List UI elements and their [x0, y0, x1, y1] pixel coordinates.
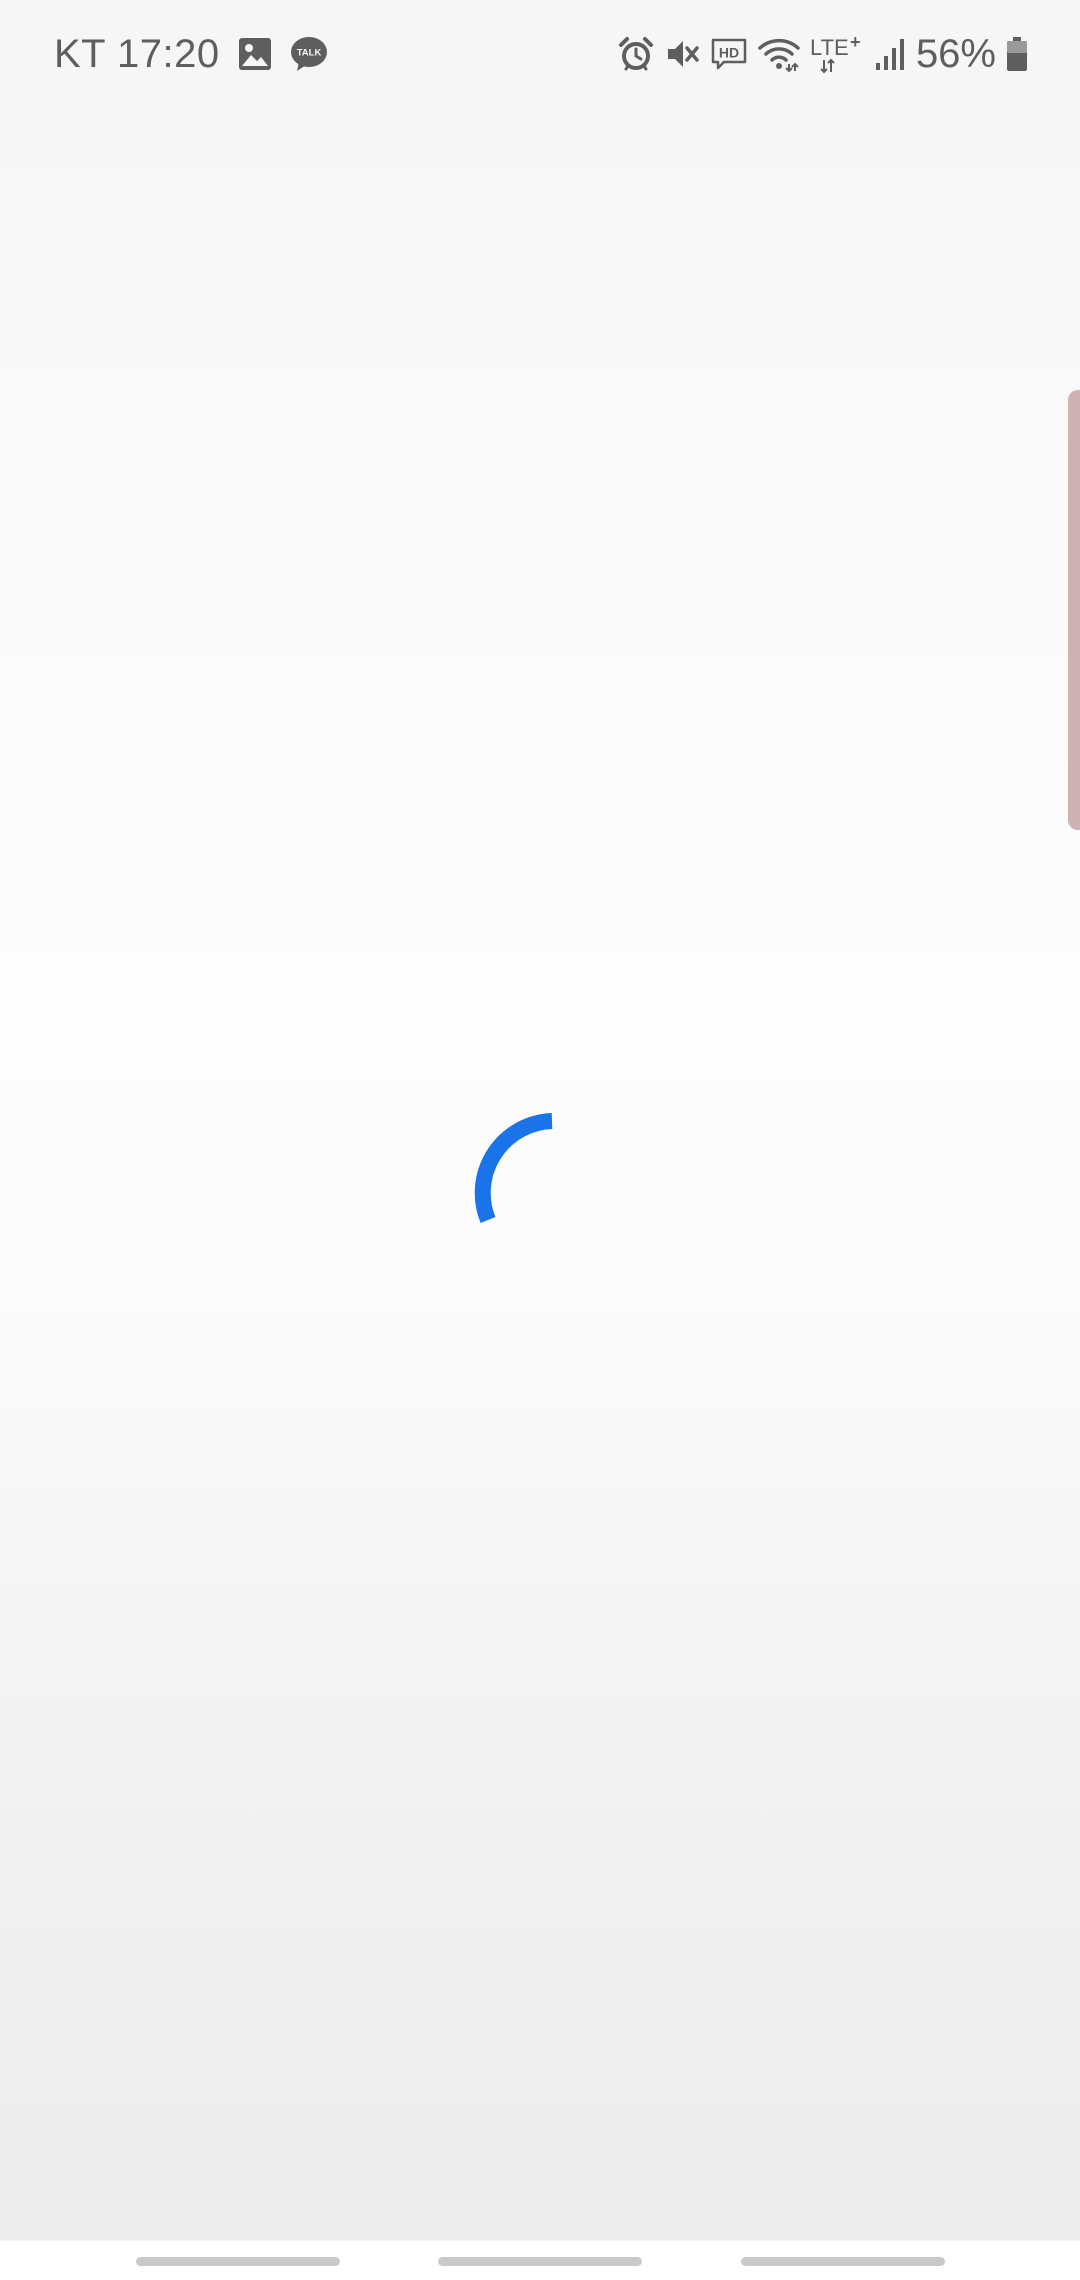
spinner-icon: [474, 1113, 553, 1223]
signal-icon: [874, 36, 906, 72]
battery-icon: [1006, 36, 1028, 72]
navigation-bar: [0, 2241, 1080, 2280]
home-button[interactable]: [438, 2257, 642, 2266]
status-bar: KT 17:20 TALK HD LTE + 56%: [0, 0, 1080, 108]
hd-voice-label: HD: [719, 45, 739, 61]
wifi-icon: [758, 36, 800, 72]
status-bar-left: KT 17:20 TALK: [54, 24, 328, 84]
mute-icon: [664, 36, 700, 72]
lte-plus-icon: LTE +: [810, 34, 864, 74]
loading-spinner: [452, 1078, 612, 1238]
lte-plus-label: +: [850, 34, 861, 52]
battery-percent: 56%: [915, 31, 996, 76]
kakaotalk-badge-text: TALK: [296, 48, 321, 59]
hd-voice-icon: HD: [710, 37, 748, 71]
alarm-icon: [618, 36, 654, 72]
gallery-icon: [238, 37, 272, 71]
lte-label: LTE: [810, 35, 849, 60]
recent-apps-button[interactable]: [136, 2257, 340, 2266]
edge-panel-handle[interactable]: [1068, 390, 1080, 830]
status-bar-right: HD LTE + 56%: [618, 24, 1028, 84]
back-button[interactable]: [741, 2257, 945, 2266]
kakaotalk-icon: TALK: [290, 36, 328, 72]
carrier-time: KT 17:20: [54, 31, 220, 76]
